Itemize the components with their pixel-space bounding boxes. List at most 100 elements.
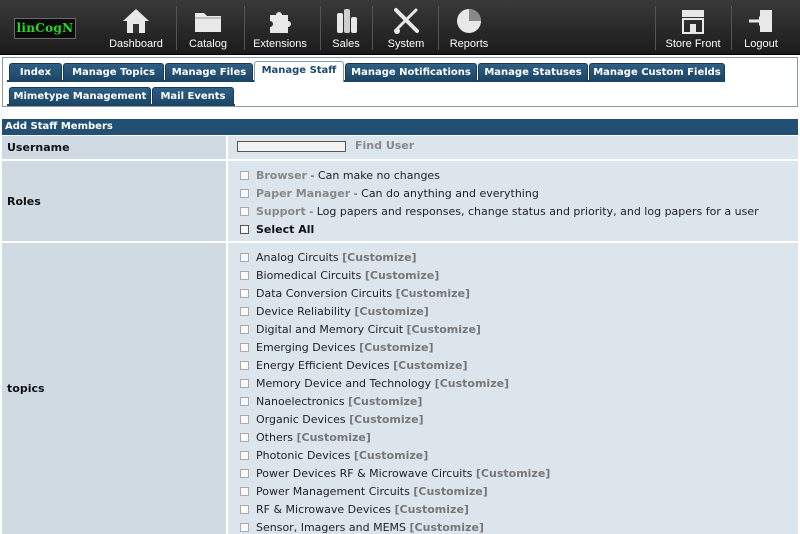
topic-checkbox[interactable] — [240, 379, 249, 388]
topic-option[interactable]: Data Conversion Circuits [Customize] — [240, 286, 470, 302]
topic-option[interactable]: Nanoelectronics [Customize] — [240, 394, 422, 410]
nav-extensions[interactable]: Extensions — [248, 0, 312, 55]
tab-mail-events[interactable]: Mail Events — [152, 87, 234, 105]
topic-checkbox[interactable] — [240, 307, 249, 316]
topic-option[interactable]: Power Management Circuits [Customize] — [240, 484, 488, 500]
customize-link[interactable]: [Customize] — [435, 377, 509, 390]
topic-option[interactable]: Analog Circuits [Customize] — [240, 250, 417, 266]
topic-option[interactable]: Biomedical Circuits [Customize] — [240, 268, 439, 284]
role-description: - Can make no changes — [306, 169, 440, 182]
topic-checkbox[interactable] — [240, 289, 249, 298]
role-option[interactable]: Support - Log papers and responses, chan… — [240, 204, 759, 220]
customize-link[interactable]: [Customize] — [395, 503, 469, 516]
customize-link[interactable]: [Customize] — [342, 251, 416, 264]
topic-name: Organic Devices — [256, 413, 346, 426]
nav-reports[interactable]: Reports — [444, 0, 494, 55]
topic-option[interactable]: Device Reliability [Customize] — [240, 304, 429, 320]
topic-option[interactable]: Emerging Devices [Customize] — [240, 340, 434, 356]
topic-name: Photonic Devices — [256, 449, 351, 462]
topic-option[interactable]: Energy Efficient Devices [Customize] — [240, 358, 468, 374]
topic-name: Nanoelectronics — [256, 395, 345, 408]
topic-name: Power Management Circuits — [256, 485, 410, 498]
topic-checkbox[interactable] — [240, 415, 249, 424]
form-header: Add Staff Members — [2, 119, 798, 135]
tab-manage-topics[interactable]: Manage Topics — [63, 63, 164, 81]
home-icon — [123, 9, 149, 33]
tab-manage-files[interactable]: Manage Files — [165, 63, 253, 81]
nav-sales[interactable]: Sales — [324, 0, 368, 55]
customize-link[interactable]: [Customize] — [407, 323, 481, 336]
topic-name: Emerging Devices — [256, 341, 356, 354]
customize-link[interactable]: [Customize] — [354, 305, 428, 318]
topic-checkbox[interactable] — [240, 451, 249, 460]
customize-link[interactable]: [Customize] — [348, 395, 422, 408]
topic-option[interactable]: Memory Device and Technology [Customize] — [240, 376, 509, 392]
topic-checkbox[interactable] — [240, 271, 249, 280]
nav-logout[interactable]: Logout — [736, 0, 786, 55]
topic-option[interactable]: Organic Devices [Customize] — [240, 412, 424, 428]
topic-checkbox[interactable] — [240, 523, 249, 532]
tabs-panel: Index Manage Topics Manage Files Manage … — [2, 57, 798, 107]
topic-checkbox[interactable] — [240, 397, 249, 406]
username-input[interactable] — [237, 141, 346, 152]
username-row: Username Find User — [2, 136, 798, 160]
role-option[interactable]: Browser - Can make no changes — [240, 168, 440, 184]
topic-name: Biomedical Circuits — [256, 269, 362, 282]
role-checkbox[interactable] — [240, 171, 249, 180]
find-user-link[interactable]: Find User — [355, 138, 414, 154]
role-name: Browser — [256, 169, 307, 182]
customize-link[interactable]: [Customize] — [396, 287, 470, 300]
role-option[interactable]: Paper Manager - Can do anything and ever… — [240, 186, 539, 202]
topic-checkbox[interactable] — [240, 469, 249, 478]
tools-icon — [394, 8, 419, 34]
storefront-icon — [682, 10, 704, 34]
topic-option[interactable]: Photonic Devices [Customize] — [240, 448, 428, 464]
topic-option[interactable]: Sensor, Imagers and MEMS [Customize] — [240, 520, 484, 534]
customize-link[interactable]: [Customize] — [413, 485, 487, 498]
role-name: Paper Manager — [256, 187, 351, 200]
tab-manage-statuses[interactable]: Manage Statuses — [478, 63, 588, 81]
topic-option[interactable]: RF & Microwave Devices [Customize] — [240, 502, 469, 518]
nav-system[interactable]: System — [380, 0, 432, 55]
folder-icon — [195, 13, 221, 32]
customize-link[interactable]: [Customize] — [365, 269, 439, 282]
customize-link[interactable]: [Customize] — [359, 341, 433, 354]
topic-option[interactable]: Power Devices RF & Microwave Circuits [C… — [240, 466, 550, 482]
username-label: Username — [2, 136, 228, 159]
topic-option[interactable]: Others [Customize] — [240, 430, 371, 446]
role-checkbox[interactable] — [240, 207, 249, 216]
nav-store-front[interactable]: Store Front — [660, 0, 726, 55]
customize-link[interactable]: [Customize] — [349, 413, 423, 426]
topic-checkbox[interactable] — [240, 505, 249, 514]
nav-catalog[interactable]: Catalog — [180, 0, 236, 55]
topic-checkbox[interactable] — [240, 343, 249, 352]
select-all-option[interactable]: Select All — [240, 222, 314, 238]
customize-link[interactable]: [Customize] — [476, 467, 550, 480]
topic-name: Digital and Memory Circuit — [256, 323, 404, 336]
customize-link[interactable]: [Customize] — [354, 449, 428, 462]
topic-checkbox[interactable] — [240, 433, 249, 442]
puzzle-icon — [270, 12, 291, 33]
tab-mimetype-management[interactable]: Mimetype Management — [9, 87, 151, 105]
role-checkbox[interactable] — [240, 189, 249, 198]
topics-label: topics — [2, 243, 228, 534]
customize-link[interactable]: [Customize] — [393, 359, 467, 372]
nav-dashboard[interactable]: Dashboard — [106, 0, 166, 55]
customize-link[interactable]: [Customize] — [410, 521, 484, 534]
topic-name: Power Devices RF & Microwave Circuits — [256, 467, 473, 480]
topic-checkbox[interactable] — [240, 487, 249, 496]
tab-manage-custom-fields[interactable]: Manage Custom Fields — [589, 63, 725, 81]
roles-row: Roles Browser - Can make no changes Pape… — [2, 161, 798, 242]
topic-option[interactable]: Digital and Memory Circuit [Customize] — [240, 322, 481, 338]
app-logo[interactable]: linCogN — [14, 18, 76, 39]
topic-name: Energy Efficient Devices — [256, 359, 390, 372]
tab-index[interactable]: Index — [9, 63, 62, 81]
tab-manage-staff[interactable]: Manage Staff — [254, 61, 344, 82]
topic-checkbox[interactable] — [240, 361, 249, 370]
topic-checkbox[interactable] — [240, 325, 249, 334]
customize-link[interactable]: [Customize] — [296, 431, 370, 444]
select-all-checkbox[interactable] — [240, 225, 249, 234]
nav-separator — [655, 6, 656, 50]
topic-checkbox[interactable] — [240, 253, 249, 262]
tab-manage-notifications[interactable]: Manage Notifications — [345, 63, 477, 81]
